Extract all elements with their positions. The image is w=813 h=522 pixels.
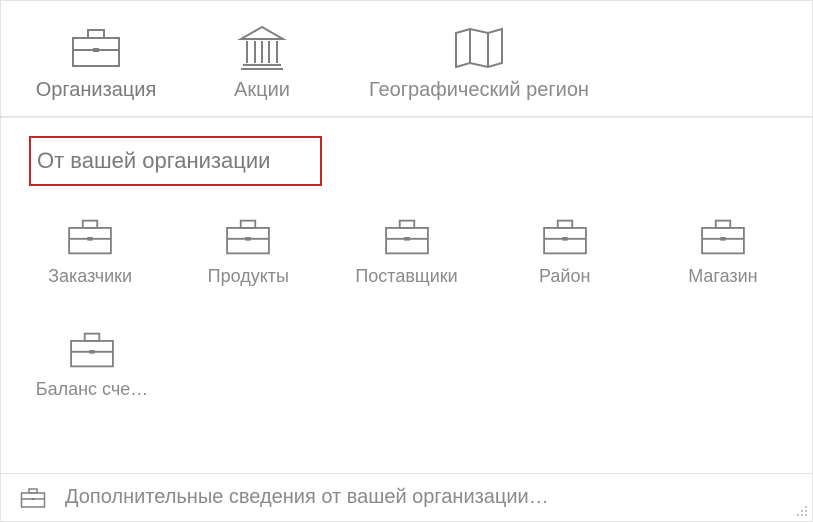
tile-label: Район bbox=[539, 266, 590, 287]
briefcase-icon bbox=[540, 214, 590, 260]
tile-products[interactable]: Продукты bbox=[175, 214, 321, 287]
briefcase-icon bbox=[65, 214, 115, 260]
tile-label: Баланс сче… bbox=[36, 379, 148, 400]
bank-icon bbox=[235, 23, 289, 73]
footer[interactable]: Дополнительные сведения от вашей организ… bbox=[1, 473, 812, 521]
tile-store[interactable]: Магазин bbox=[650, 214, 796, 287]
tile-account-balance[interactable]: Баланс сче… bbox=[17, 327, 167, 400]
tile-label: Организация bbox=[36, 79, 157, 102]
tile-customers[interactable]: Заказчики bbox=[17, 214, 163, 287]
briefcase-icon bbox=[67, 327, 117, 373]
tile-label: Заказчики bbox=[48, 266, 132, 287]
resize-grip-icon[interactable] bbox=[796, 505, 808, 517]
briefcase-icon bbox=[19, 487, 47, 509]
top-row: Организация Акции bbox=[17, 23, 796, 102]
tile-label: Продукты bbox=[208, 266, 289, 287]
briefcase-icon bbox=[69, 23, 123, 73]
map-icon bbox=[450, 23, 508, 73]
top-section: Организация Акции bbox=[1, 1, 812, 116]
section-header: От вашей организации bbox=[1, 118, 812, 206]
org-row-1: Заказчики Продукты Поставщики bbox=[17, 214, 796, 287]
briefcase-icon bbox=[382, 214, 432, 260]
tile-suppliers[interactable]: Поставщики bbox=[333, 214, 479, 287]
briefcase-icon bbox=[223, 214, 273, 260]
briefcase-icon bbox=[698, 214, 748, 260]
section-title-highlighted: От вашей организации bbox=[29, 136, 322, 186]
tile-label: Поставщики bbox=[355, 266, 457, 287]
tile-district[interactable]: Район bbox=[492, 214, 638, 287]
panel: Организация Акции bbox=[0, 0, 813, 522]
tile-geo-region[interactable]: Географический регион bbox=[349, 23, 609, 102]
tile-label: Акции bbox=[234, 79, 290, 102]
tile-stocks[interactable]: Акции bbox=[183, 23, 341, 102]
tile-organization[interactable]: Организация bbox=[17, 23, 175, 102]
org-row-2: Баланс сче… bbox=[17, 327, 796, 400]
tile-label: Магазин bbox=[688, 266, 757, 287]
footer-text: Дополнительные сведения от вашей организ… bbox=[65, 486, 549, 509]
tile-label: Географический регион bbox=[369, 79, 589, 102]
org-section: Заказчики Продукты Поставщики bbox=[1, 206, 812, 428]
